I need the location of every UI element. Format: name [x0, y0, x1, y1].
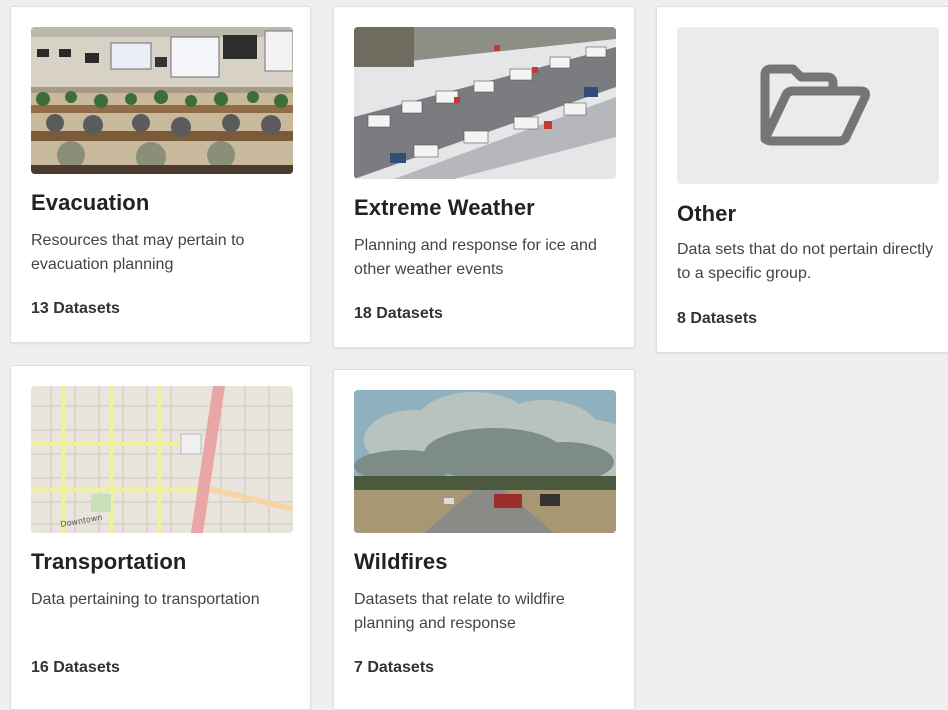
dataset-count: 13 Datasets [31, 300, 120, 317]
category-title[interactable]: Other [677, 201, 736, 227]
category-card-transportation[interactable]: Downtown Transportation Data pertaining … [10, 365, 311, 710]
icy-highway-traffic-photo [354, 27, 616, 179]
dataset-count: 16 Datasets [31, 659, 120, 676]
dataset-count: 7 Datasets [354, 659, 435, 676]
category-title[interactable]: Extreme Weather [354, 195, 535, 221]
category-card-other[interactable]: Other Data sets that do not pertain dire… [656, 6, 948, 353]
category-description: Data sets that do not pertain directly t… [677, 241, 934, 282]
category-title[interactable]: Evacuation [31, 190, 149, 216]
dataset-count: 8 Datasets [677, 310, 758, 327]
transportation-thumbnail[interactable]: Downtown [31, 386, 293, 533]
category-description: Planning and response for ice and other … [354, 237, 597, 278]
street-map-image: Downtown [31, 386, 293, 533]
category-title[interactable]: Wildfires [354, 549, 448, 575]
category-description: Datasets that relate to wildfire plannin… [354, 591, 565, 632]
operations-center-photo [31, 27, 293, 174]
category-card-wildfires[interactable]: Wildfires Datasets that relate to wildfi… [333, 369, 635, 710]
category-description: Resources that may pertain to evacuation… [31, 232, 245, 273]
category-title[interactable]: Transportation [31, 549, 186, 575]
extreme-weather-thumbnail[interactable] [354, 27, 616, 179]
category-card-extreme-weather[interactable]: Extreme Weather Planning and response fo… [333, 6, 635, 348]
wildfire-smoke-highway-photo [354, 390, 616, 533]
category-description: Data pertaining to transportation [31, 591, 260, 608]
wildfires-thumbnail[interactable] [354, 390, 616, 533]
other-thumbnail[interactable] [677, 27, 939, 184]
dataset-count: 18 Datasets [354, 305, 443, 322]
evacuation-thumbnail[interactable] [31, 27, 293, 174]
category-card-evacuation[interactable]: Evacuation Resources that may pertain to… [10, 6, 311, 343]
folder-icon [760, 64, 870, 146]
